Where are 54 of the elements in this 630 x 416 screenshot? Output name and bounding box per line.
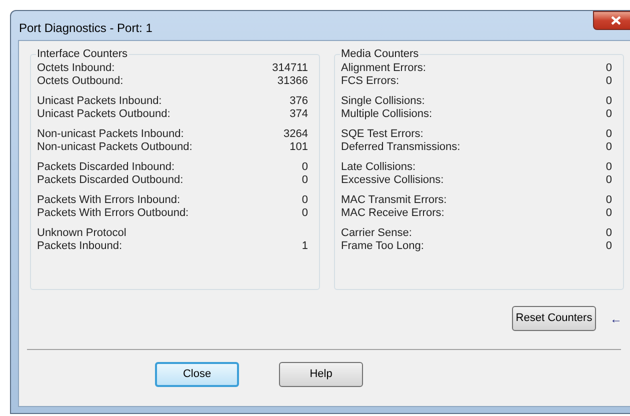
counter-value: 0 (606, 108, 612, 121)
counter-value: 3264 (284, 128, 308, 141)
window-title: Port Diagnostics - Port: 1 (19, 20, 152, 37)
counter-value: 0 (606, 174, 612, 187)
counter-value: 0 (302, 174, 308, 187)
counter-label: Late Collisions: (341, 161, 416, 174)
counter-label: Excessive Collisions: (341, 174, 444, 187)
counter-value: 0 (606, 227, 612, 240)
counter-value: 0 (606, 95, 612, 108)
counter-label: Unknown Protocol (37, 227, 126, 240)
counter-label: Frame Too Long: (341, 240, 424, 253)
counter-value: 0 (606, 161, 612, 174)
counter-label: Carrier Sense: (341, 227, 412, 240)
close-window-button[interactable] (593, 11, 630, 30)
counter-label: Unicast Packets Inbound: (37, 95, 162, 108)
counter-value: 0 (606, 75, 612, 88)
counter-value: 0 (606, 128, 612, 141)
counter-label: Non-unicast Packets Outbound: (37, 141, 192, 154)
counter-label: Packets Discarded Outbound: (37, 174, 184, 187)
counter-label: Packets With Errors Inbound: (37, 194, 180, 207)
counter-label: Non-unicast Packets Inbound: (37, 128, 184, 141)
counter-value: 0 (606, 207, 612, 220)
counter-label: Unicast Packets Outbound: (37, 108, 170, 121)
counter-label: Octets Inbound: (37, 62, 115, 75)
counter-label: Alignment Errors: (341, 62, 426, 75)
close-icon (611, 16, 621, 25)
counter-label: Deferred Transmissions: (341, 141, 460, 154)
counter-value: 374 (290, 108, 308, 121)
counter-value: 0 (606, 194, 612, 207)
counter-label: Packets With Errors Outbound: (37, 207, 189, 220)
counter-label: Single Collisions: (341, 95, 425, 108)
counter-label: SQE Test Errors: (341, 128, 424, 141)
dialog-button[interactable]: Help (279, 362, 363, 387)
counter-label: Packets Inbound: (37, 240, 122, 253)
counter-value: 31366 (277, 75, 308, 88)
counter-label: Multiple Collisions: (341, 108, 432, 121)
counter-value: 1 (302, 240, 308, 253)
counter-value: 0 (302, 161, 308, 174)
counter-label: MAC Transmit Errors: (341, 194, 447, 207)
counter-label: Octets Outbound: (37, 75, 124, 88)
counter-value: 0 (302, 207, 308, 220)
counter-label: Packets Discarded Inbound: (37, 161, 175, 174)
counter-value: 314711 (272, 62, 308, 75)
counter-value: 101 (290, 141, 308, 154)
reset-counters-button[interactable]: Reset Counters (512, 306, 596, 331)
counter-value: 0 (606, 141, 612, 154)
counter-label: MAC Receive Errors: (341, 207, 444, 220)
counter-value: 376 (290, 95, 308, 108)
dialog-button[interactable]: Close (155, 362, 239, 387)
pointer-arrow: ← (610, 310, 622, 328)
counter-value: 0 (606, 240, 612, 253)
counter-label: FCS Errors: (341, 75, 400, 88)
counter-value: 0 (302, 194, 308, 207)
counter-value: 0 (606, 62, 612, 75)
